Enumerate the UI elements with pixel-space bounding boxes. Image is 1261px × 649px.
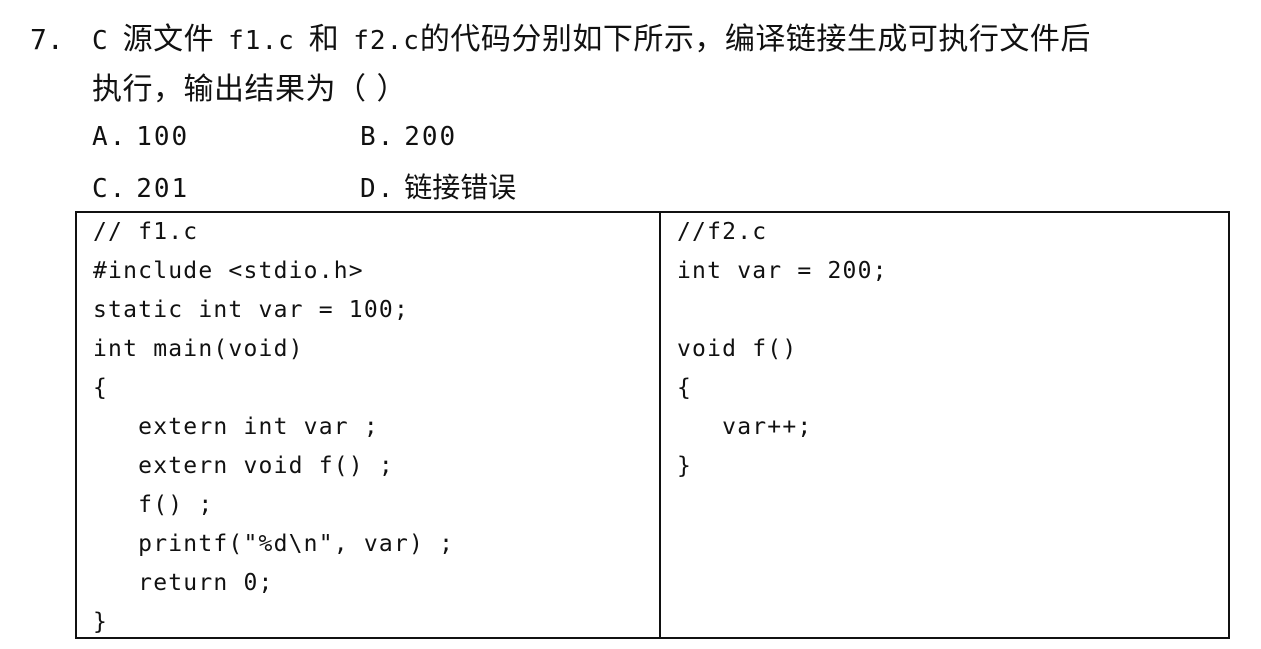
code-line: extern void f() ; bbox=[93, 453, 394, 479]
stem-seg-rest: 的代码分别如下所示，编译链接生成可执行文件后 bbox=[419, 22, 1091, 57]
code-lines-f1: // f1.c #include <stdio.h> static int va… bbox=[93, 213, 454, 642]
code-table: // f1.c #include <stdio.h> static int va… bbox=[75, 211, 1230, 639]
code-line: { bbox=[677, 375, 693, 401]
option-a-letter: A. bbox=[92, 122, 128, 152]
stem-seg-f2c: f2.c bbox=[353, 26, 420, 56]
option-b[interactable]: B. 200 bbox=[360, 118, 457, 155]
option-b-value: 200 bbox=[404, 122, 458, 152]
code-cell-f2: //f2.c int var = 200; void f() { var++; … bbox=[661, 213, 1228, 637]
option-c[interactable]: C. 201 bbox=[92, 170, 189, 207]
question-stem-line-2: 执行，输出结果为（ ） bbox=[92, 72, 408, 107]
option-d[interactable]: D. 链接错误 bbox=[360, 170, 516, 207]
code-line: { bbox=[93, 375, 109, 401]
code-line: printf("%d\n", var) ; bbox=[93, 531, 455, 557]
option-c-letter: C. bbox=[92, 174, 128, 204]
question-number: 7. bbox=[30, 23, 64, 56]
stem-seg-f1c: f1.c bbox=[228, 26, 295, 56]
code-line: //f2.c bbox=[677, 219, 768, 245]
stem-seg-and: 和 bbox=[308, 22, 340, 57]
option-d-value: 链接错误 bbox=[404, 171, 517, 204]
code-line: f() ; bbox=[93, 492, 214, 518]
code-line: #include <stdio.h> bbox=[93, 258, 364, 284]
code-line: // f1.c bbox=[93, 219, 199, 245]
code-line: } bbox=[677, 453, 693, 479]
stem-seg-c: C bbox=[92, 26, 109, 56]
code-line: static int var = 100; bbox=[93, 297, 409, 323]
code-line: var++; bbox=[677, 414, 813, 440]
option-a[interactable]: A. 100 bbox=[92, 118, 189, 155]
question-block: 7. C 源文件 f1.c 和 f2.c的代码分别如下所示，编译链接生成可执行文件后 执… bbox=[0, 0, 1261, 649]
code-lines-f2: //f2.c int var = 200; void f() { var++; … bbox=[677, 213, 888, 486]
stem-seg-source-file: 源文件 bbox=[122, 22, 215, 57]
code-line: int var = 200; bbox=[677, 258, 888, 284]
code-cell-f1: // f1.c #include <stdio.h> static int va… bbox=[77, 213, 661, 637]
option-c-value: 201 bbox=[136, 174, 190, 204]
option-a-value: 100 bbox=[136, 122, 190, 152]
question-stem-line-1: C 源文件 f1.c 和 f2.c的代码分别如下所示，编译链接生成可执行文件后 bbox=[92, 22, 1091, 59]
code-line: return 0; bbox=[93, 570, 274, 596]
code-line: extern int var ; bbox=[93, 414, 379, 440]
code-line: void f() bbox=[677, 336, 798, 362]
code-line: int main(void) bbox=[93, 336, 304, 362]
option-b-letter: B. bbox=[360, 122, 396, 152]
option-d-letter: D. bbox=[360, 174, 396, 204]
code-line: } bbox=[93, 609, 109, 635]
